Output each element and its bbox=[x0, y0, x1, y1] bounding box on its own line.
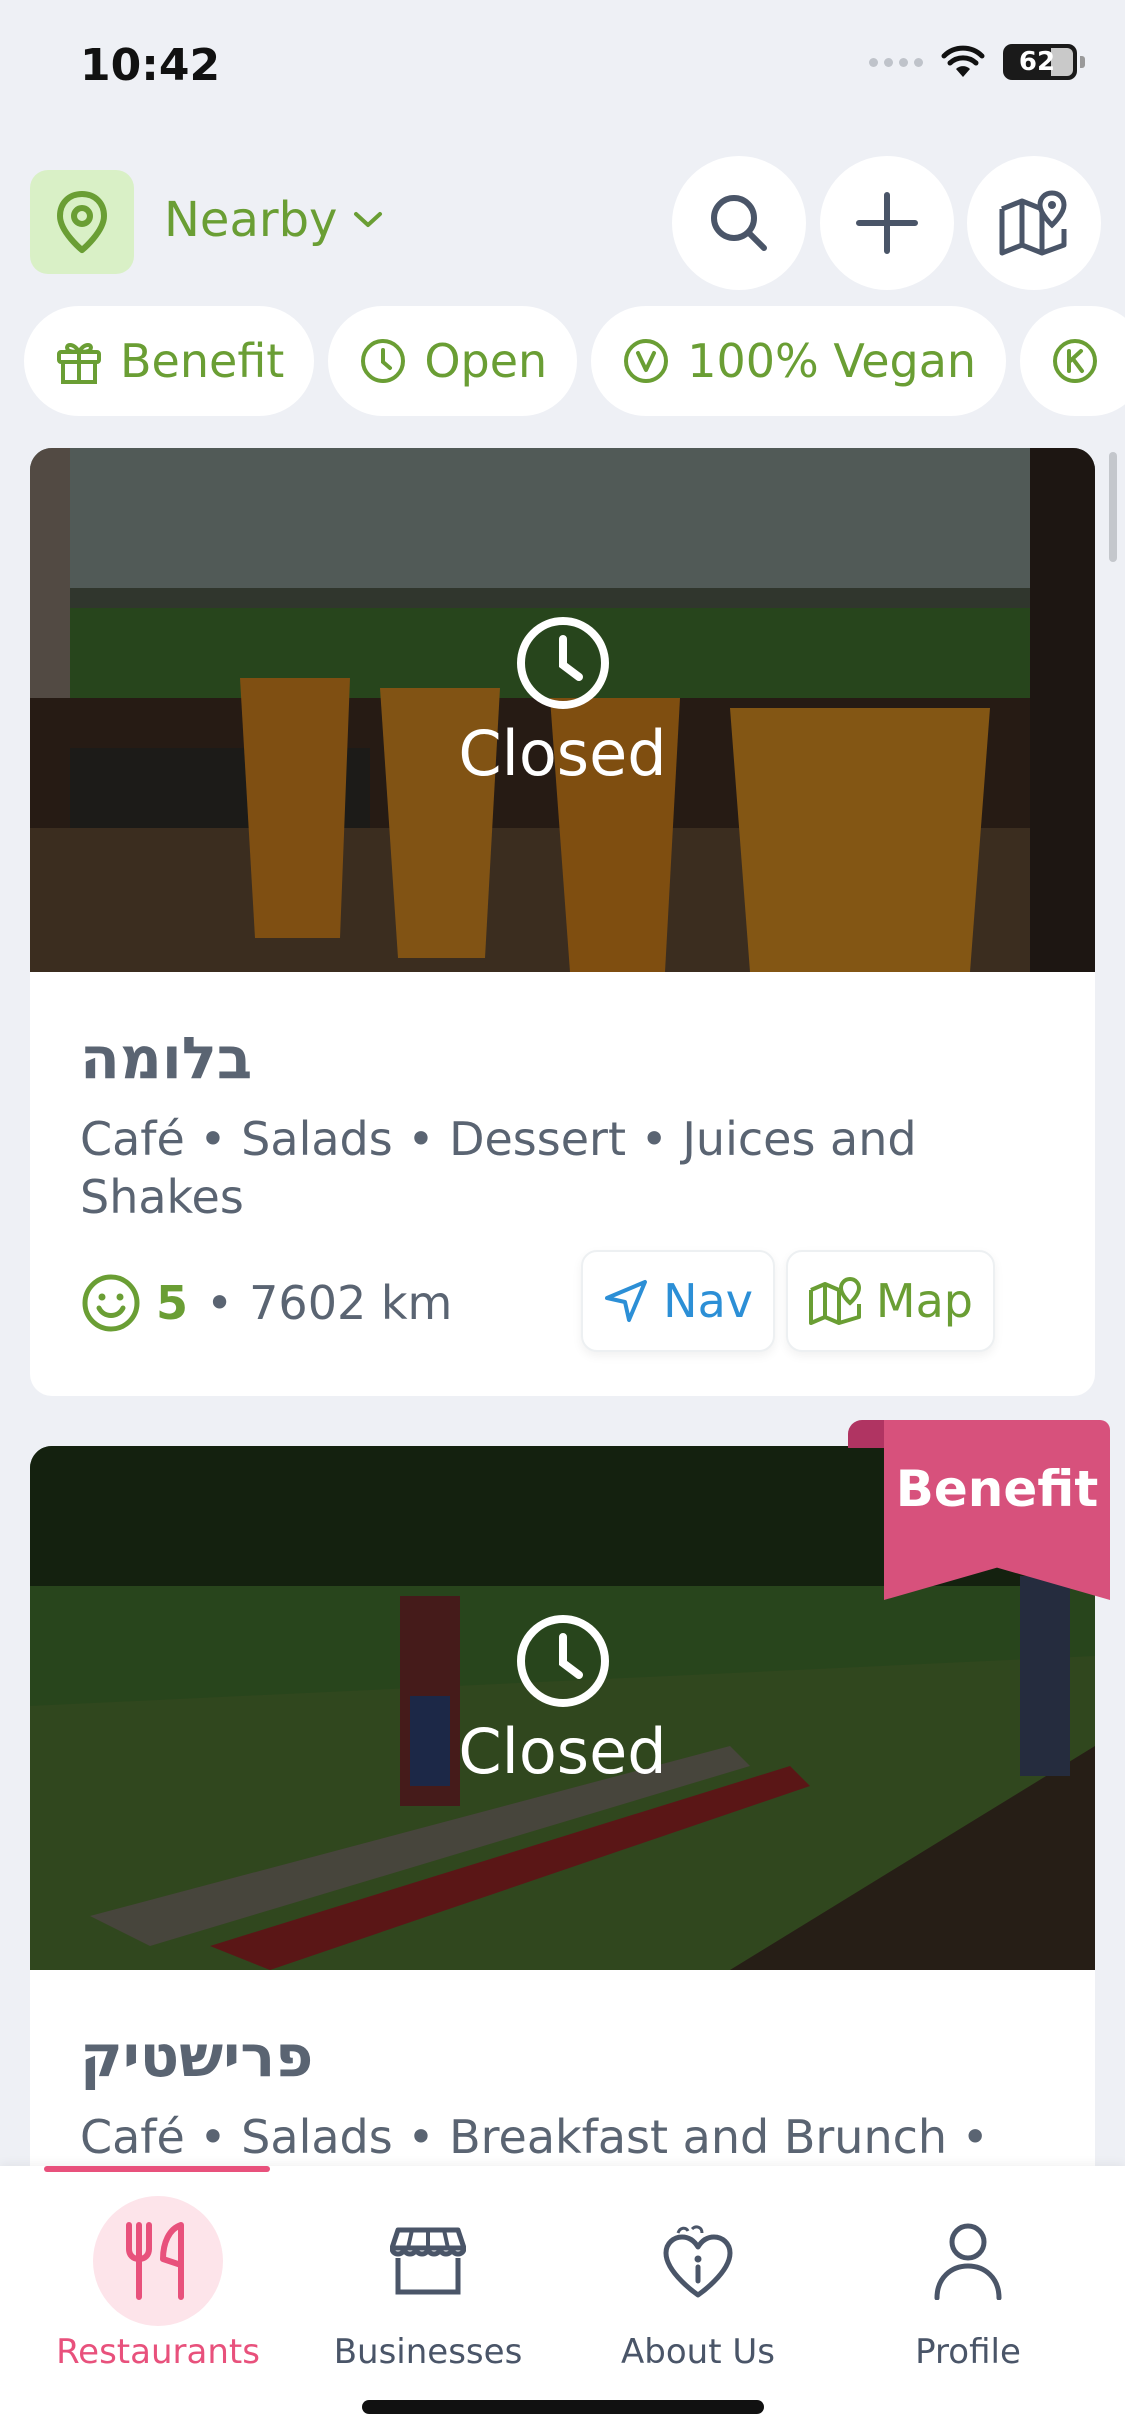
wifi-icon bbox=[941, 45, 985, 77]
location-pin-icon bbox=[57, 191, 107, 253]
benefit-label: Benefit bbox=[895, 1460, 1099, 1518]
top-bar: Nearby bbox=[0, 150, 1125, 290]
closed-overlay: Closed bbox=[30, 1611, 1095, 1788]
nearby-label: Nearby bbox=[164, 192, 338, 248]
plus-icon bbox=[856, 192, 918, 254]
map-pin-icon bbox=[999, 190, 1067, 256]
tab-label: About Us bbox=[621, 2332, 775, 2372]
tab-about-us[interactable]: About Us bbox=[558, 2196, 838, 2372]
clock-icon bbox=[516, 1615, 609, 1707]
tab-profile[interactable]: Profile bbox=[828, 2196, 1108, 2372]
map-view-button[interactable] bbox=[967, 156, 1101, 290]
vegan-icon bbox=[624, 339, 669, 383]
add-button[interactable] bbox=[820, 156, 954, 290]
closed-label: Closed bbox=[458, 717, 667, 790]
restaurant-photo[interactable]: Closed bbox=[30, 448, 1095, 972]
map-button[interactable]: Map bbox=[785, 1250, 995, 1352]
filter-chip-label: 100% Vegan bbox=[687, 334, 977, 388]
nav-button[interactable]: Nav bbox=[581, 1250, 775, 1352]
store-icon bbox=[390, 2227, 466, 2295]
navigation-arrow-icon bbox=[605, 1280, 648, 1322]
restaurant-name: בלומה bbox=[80, 1024, 253, 1092]
filter-chip-vegan[interactable]: 100% Vegan bbox=[591, 306, 1007, 416]
closed-overlay: Closed bbox=[30, 613, 1095, 790]
battery-level: 62 bbox=[1018, 47, 1056, 77]
benefit-ribbon: Benefit bbox=[848, 1420, 1110, 1600]
battery-icon: 62 bbox=[1003, 44, 1085, 80]
filter-chip-label: Open bbox=[424, 334, 548, 388]
tab-restaurants[interactable]: Restaurants bbox=[18, 2196, 298, 2372]
clock-icon bbox=[361, 339, 406, 383]
fork-knife-icon bbox=[126, 2222, 184, 2300]
restaurant-tags: Café • Salads • Breakfast and Brunch • bbox=[80, 2110, 989, 2164]
separator-dot: • bbox=[206, 1276, 234, 1330]
home-indicator[interactable] bbox=[362, 2400, 764, 2414]
status-time: 10:42 bbox=[80, 40, 221, 91]
restaurant-name: פרישטיק bbox=[80, 2022, 314, 2090]
tab-icon-wrap bbox=[903, 2196, 1033, 2326]
heart-info-icon bbox=[663, 2225, 733, 2298]
filter-chip-label: Benefit bbox=[120, 334, 285, 388]
gift-icon bbox=[57, 343, 101, 384]
tab-icon-wrap bbox=[363, 2196, 493, 2326]
filter-chip-benefit[interactable]: Benefit bbox=[24, 306, 315, 416]
map-pin-icon bbox=[808, 1276, 861, 1325]
smiley-icon bbox=[82, 1274, 140, 1332]
tab-icon-wrap bbox=[633, 2196, 763, 2326]
location-button[interactable] bbox=[30, 170, 134, 274]
tab-icon-wrap bbox=[93, 2196, 223, 2326]
clock-icon bbox=[516, 617, 609, 709]
kosher-icon bbox=[1053, 339, 1098, 383]
restaurant-tags: Café • Salads • Dessert • Juices and Sha… bbox=[80, 1112, 917, 1224]
nearby-dropdown[interactable]: Nearby bbox=[164, 192, 385, 248]
person-icon bbox=[934, 2223, 1002, 2300]
map-button-label: Map bbox=[875, 1274, 973, 1328]
active-tab-indicator bbox=[44, 2166, 270, 2172]
filter-chip-kosher[interactable] bbox=[1020, 306, 1125, 416]
scrollbar[interactable] bbox=[1109, 452, 1117, 562]
chevron-down-icon bbox=[354, 212, 383, 227]
ribbon-fold bbox=[848, 1420, 888, 1448]
status-bar: 10:42 62 bbox=[0, 0, 1125, 140]
status-indicators: 62 bbox=[869, 44, 1085, 80]
restaurant-meta: 5 • 7602 km Nav Map bbox=[80, 1250, 1045, 1352]
bottom-tab-bar: Restaurants Businesses About Us Profile bbox=[0, 2166, 1125, 2436]
filter-chip-open[interactable]: Open bbox=[328, 306, 578, 416]
filter-chips: Benefit Open 100% Vegan bbox=[24, 306, 1125, 416]
search-icon bbox=[711, 195, 767, 251]
closed-label: Closed bbox=[458, 1715, 667, 1788]
tab-label: Restaurants bbox=[56, 2332, 260, 2372]
tab-label: Businesses bbox=[333, 2332, 523, 2372]
tab-label: Profile bbox=[915, 2332, 1021, 2372]
rating: 5 • 7602 km bbox=[80, 1272, 452, 1334]
restaurant-info: בלומה Café • Salads • Dessert • Juices a… bbox=[30, 972, 1095, 1390]
nav-button-label: Nav bbox=[663, 1274, 753, 1328]
restaurant-card[interactable]: Closed בלומה Café • Salads • Dessert • J… bbox=[30, 448, 1095, 1396]
distance: 7602 km bbox=[249, 1276, 453, 1330]
app-screen: 10:42 62 Nearby Benefit Open 100% Vegan … bbox=[0, 0, 1125, 2436]
cellular-signal-icon bbox=[869, 57, 923, 67]
search-button[interactable] bbox=[672, 156, 806, 290]
tab-businesses[interactable]: Businesses bbox=[288, 2196, 568, 2372]
rating-score: 5 bbox=[156, 1276, 189, 1330]
